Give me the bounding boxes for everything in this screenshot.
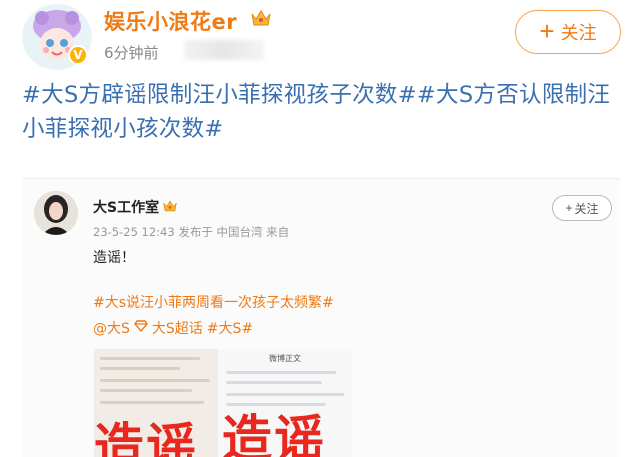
supertopic-link[interactable]: 大S超话: [152, 318, 203, 338]
hashtag-link[interactable]: #大S#: [207, 318, 253, 338]
diamond-icon: [134, 320, 148, 336]
post-header: V 娱乐小浪花er 6分钟前 + 关注: [0, 0, 640, 72]
repost-mentions: @大S 大S超话 #大S#: [93, 318, 253, 338]
crown-icon: [162, 198, 178, 217]
rumor-stamp-left: 造谣: [94, 418, 198, 457]
plus-icon: +: [565, 201, 573, 215]
repost-text: 造谣！: [93, 250, 135, 266]
thumbnail-title: 微博正文: [269, 354, 301, 363]
blurred-source: [184, 40, 264, 60]
post-text[interactable]: #大S方辟谣限制汪小菲探视孩子次数##大S方否认限制汪小菲探视小孩次数#: [22, 78, 622, 146]
repost-hashtag[interactable]: #大s说汪小菲两周看一次孩子太频繁#: [93, 292, 334, 312]
repost-follow-button[interactable]: + 关注: [552, 195, 612, 221]
repost-card[interactable]: 大S工作室 23-5-25 12:43 发布于 中国台湾 来自 + 关注 造谣！…: [22, 178, 620, 457]
verified-icon: V: [68, 45, 88, 65]
rumor-stamp-right: 造谣: [222, 410, 326, 457]
follow-label: 关注: [560, 23, 597, 43]
repost-follow-label: 关注: [574, 201, 599, 216]
repost-meta: 23-5-25 12:43 发布于 中国台湾 来自: [93, 225, 290, 239]
repost-avatar[interactable]: [34, 191, 78, 235]
repost-username[interactable]: 大S工作室: [93, 197, 159, 217]
follow-button[interactable]: + 关注: [515, 10, 621, 54]
plus-icon: +: [539, 16, 555, 46]
mention-link[interactable]: @大S: [93, 318, 130, 338]
post-username[interactable]: 娱乐小浪花er: [104, 6, 237, 36]
crown-icon: [250, 8, 272, 32]
post-timestamp: 6分钟前: [104, 44, 159, 62]
